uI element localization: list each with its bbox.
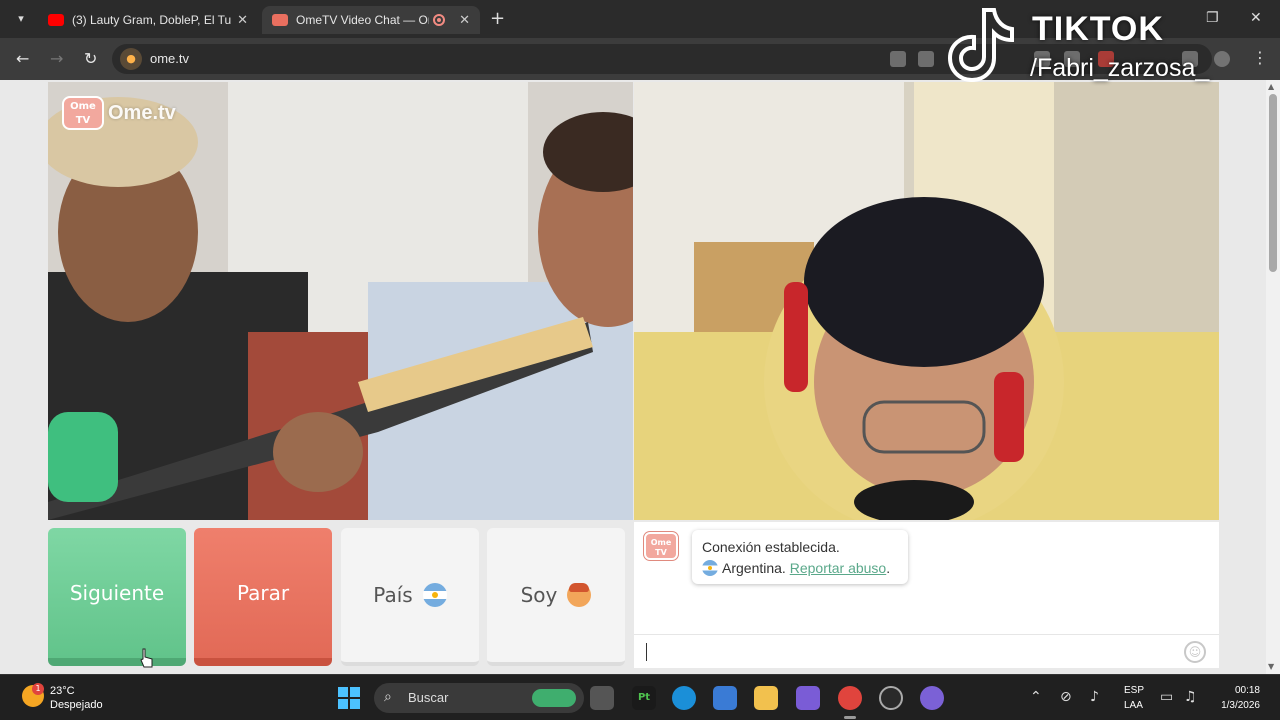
tiktok-logo-icon: [947, 8, 1014, 83]
weather-badge: 1: [32, 683, 44, 695]
microphone-icon[interactable]: ♪: [1090, 689, 1099, 705]
site-info-icon[interactable]: ●: [120, 48, 142, 70]
obs-app-icon[interactable]: [879, 686, 903, 710]
tray-overflow-icon[interactable]: ⌃: [1030, 689, 1042, 705]
country-button-label: País: [373, 583, 413, 607]
store-app-icon[interactable]: [713, 686, 737, 710]
gender-button-label: Soy: [520, 583, 558, 607]
search-highlight-icon: [532, 689, 576, 707]
back-icon[interactable]: ←: [16, 49, 29, 68]
next-button-label: Siguiente: [69, 581, 165, 605]
search-icon: ⌕: [384, 689, 392, 705]
profile-avatar-icon[interactable]: [1214, 51, 1230, 67]
system-message: Conexión establecida. Argentina. Reporta…: [692, 530, 908, 584]
country-button[interactable]: País: [341, 528, 479, 666]
stop-button[interactable]: Parar: [194, 528, 332, 666]
argentina-flag-icon: [422, 583, 447, 607]
network-off-icon[interactable]: ⊘: [1060, 689, 1072, 705]
clock-time[interactable]: 00:18: [1210, 685, 1260, 696]
tab-youtube[interactable]: (3) Lauty Gram, DobleP, El Turko ✕: [38, 6, 258, 34]
chat-app-icon[interactable]: [920, 686, 944, 710]
tiktok-watermark-brand: TIKTOK: [1032, 10, 1164, 48]
cast-icon[interactable]: [918, 51, 934, 67]
input-language[interactable]: ESP: [1124, 685, 1144, 696]
tab-search-chevron-icon[interactable]: ▾: [10, 9, 32, 29]
forward-icon[interactable]: →: [50, 49, 63, 68]
page-scrollbar[interactable]: ▲ ▼: [1266, 80, 1280, 674]
chat-message-input[interactable]: ☺: [634, 634, 1219, 668]
recording-icon: [433, 14, 446, 26]
tiktok-watermark-user: /Fabri_zarzosa_: [1030, 54, 1210, 82]
reload-icon[interactable]: ↻: [84, 49, 97, 68]
ometv-wordmark: Ome.tv: [108, 101, 176, 124]
edge-app-icon[interactable]: [672, 686, 696, 710]
windows-taskbar: 1 23°C Despejado ⌕ Buscar Pt ⌃ ⊘ ♪ ESP L…: [0, 674, 1280, 720]
browser-menu-icon[interactable]: ⋮: [1252, 48, 1268, 67]
close-window-icon[interactable]: ✕: [1250, 10, 1262, 26]
display-icon[interactable]: ▭: [1160, 689, 1173, 705]
gender-button[interactable]: Soy: [487, 528, 625, 666]
tab-title: OmeTV Video Chat — Ome: [296, 13, 429, 27]
pt-app-icon[interactable]: Pt: [632, 686, 656, 710]
tab-ometv[interactable]: OmeTV Video Chat — Ome ✕: [262, 6, 480, 34]
chrome-app-icon[interactable]: [838, 686, 862, 719]
scroll-up-icon[interactable]: ▲: [1268, 82, 1274, 91]
url-text[interactable]: ome.tv: [150, 51, 189, 66]
partner-country-line: Argentina. Reportar abuso.: [702, 558, 898, 579]
ometv-chat-icon: Ome TV: [644, 532, 678, 560]
connection-status: Conexión establecida.: [702, 539, 840, 555]
report-suffix: .: [886, 560, 891, 576]
tab-title: (3) Lauty Gram, DobleP, El Turko: [72, 13, 232, 27]
input-layout[interactable]: LAA: [1124, 700, 1143, 711]
next-button[interactable]: Siguiente: [48, 528, 186, 666]
partner-video-frame: [48, 82, 633, 520]
ometv-page: Ome TV Ome.tv Siguiente Parar País Soy O…: [0, 80, 1280, 674]
start-button[interactable]: [338, 687, 360, 709]
argentina-flag-icon: [702, 560, 718, 576]
m365-app-icon[interactable]: [796, 686, 820, 710]
file-explorer-app-icon[interactable]: [590, 686, 614, 710]
taskbar-search[interactable]: ⌕ Buscar: [374, 683, 584, 713]
self-video: [634, 82, 1219, 520]
weather-description[interactable]: Despejado: [50, 699, 103, 711]
ometv-badge-icon: Ome TV: [62, 96, 104, 130]
new-tab-button[interactable]: +: [490, 8, 505, 29]
boy-face-icon: [567, 583, 592, 607]
restore-window-icon[interactable]: ❐: [1206, 10, 1219, 26]
youtube-icon: [48, 14, 64, 26]
folder-app-icon[interactable]: [754, 686, 778, 710]
report-abuse-link[interactable]: Reportar abuso: [790, 560, 887, 576]
text-caret: [646, 643, 647, 661]
ometv-icon: [272, 14, 288, 26]
scrollbar-thumb[interactable]: [1269, 94, 1277, 272]
emoji-icon[interactable]: ☺: [1184, 641, 1206, 663]
volume-icon[interactable]: ♫: [1184, 689, 1197, 705]
search-placeholder: Buscar: [408, 690, 449, 705]
close-tab-icon[interactable]: ✕: [459, 12, 470, 28]
chat-panel: Ome TV Conexión establecida. Argentina. …: [634, 522, 1219, 668]
translate-icon[interactable]: [890, 51, 906, 67]
stop-button-label: Parar: [236, 581, 290, 605]
clock-date[interactable]: 1/3/2026: [1200, 700, 1260, 711]
scroll-down-icon[interactable]: ▼: [1268, 662, 1274, 671]
ometv-logo: Ome TV Ome.tv: [62, 96, 176, 130]
partner-video: Ome TV Ome.tv: [48, 82, 633, 520]
self-video-frame: [634, 82, 1219, 520]
mouse-cursor-icon: [140, 648, 153, 668]
close-tab-icon[interactable]: ✕: [237, 12, 248, 28]
partner-country: Argentina.: [722, 560, 786, 576]
temperature[interactable]: 23°C: [50, 685, 75, 697]
